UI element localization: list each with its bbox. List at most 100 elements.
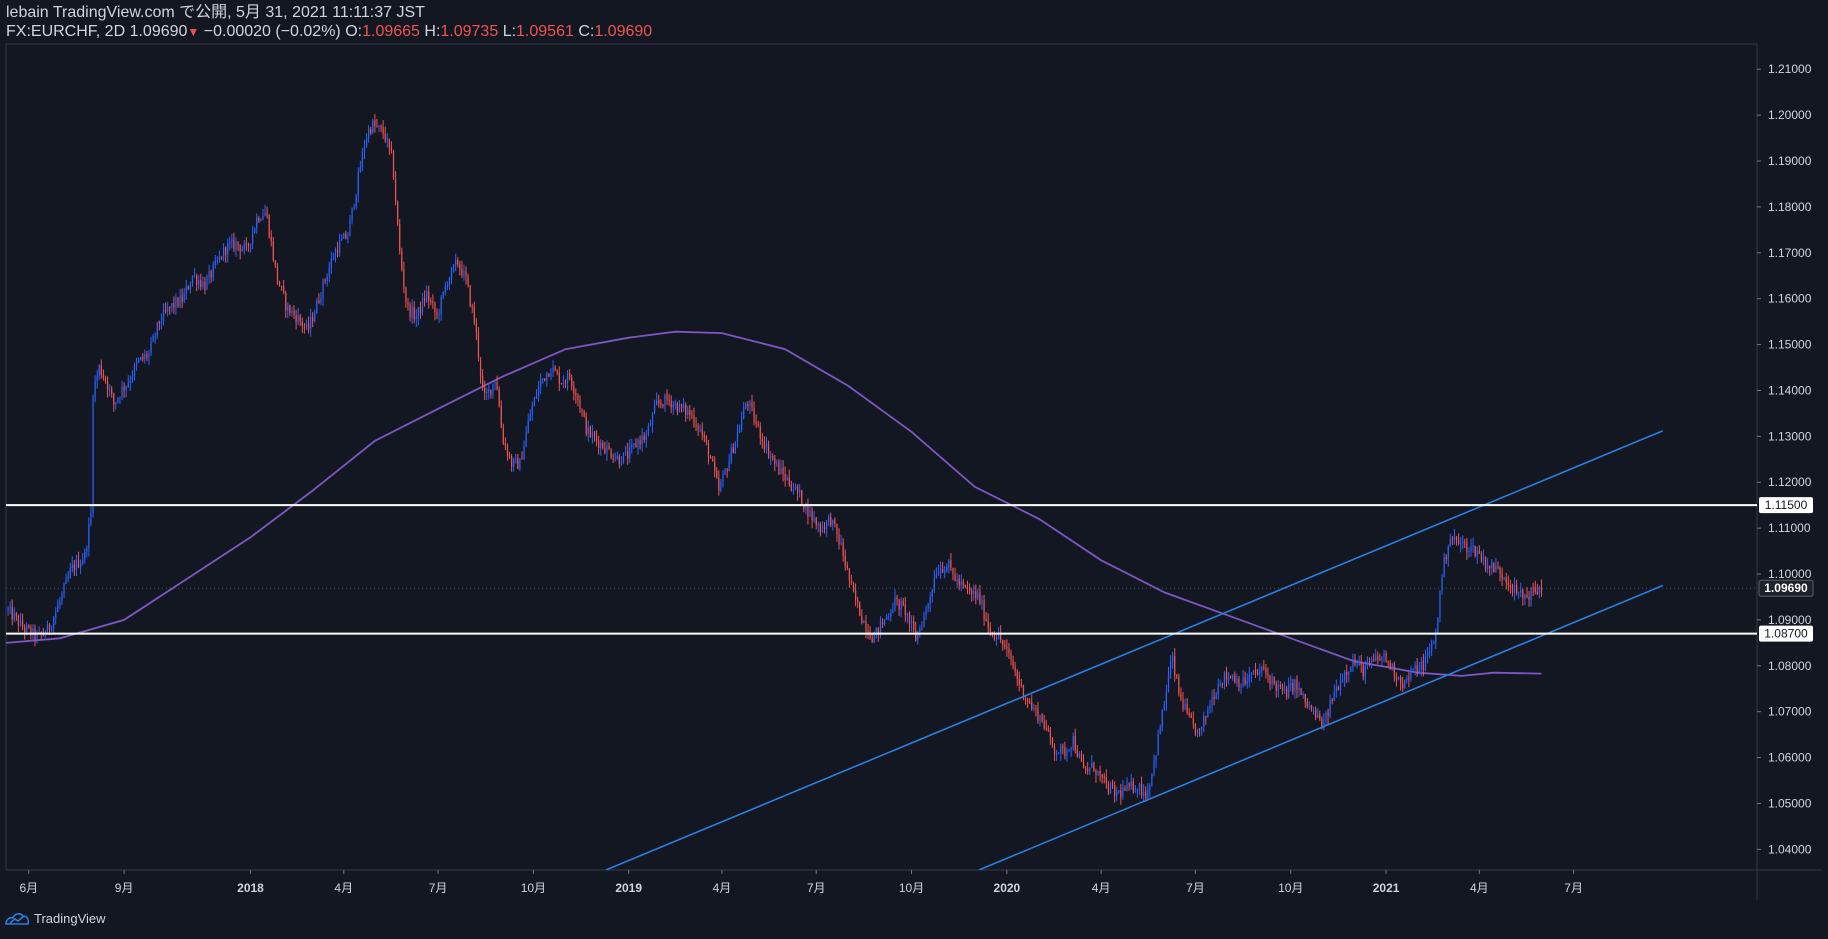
candle-down[interactable] [701,429,703,436]
candle-up[interactable] [1308,705,1311,707]
candle-down[interactable] [390,147,393,152]
candle-up[interactable] [529,413,531,422]
candle-up[interactable] [894,597,896,610]
candle-down[interactable] [964,584,967,588]
candle-up[interactable] [906,613,909,616]
candle-up[interactable] [421,298,424,313]
candle-down[interactable] [1008,648,1010,654]
candlestick-series[interactable] [7,113,1543,805]
candle-down[interactable] [942,568,944,573]
candle-down[interactable] [299,315,301,322]
candle-up[interactable] [780,467,782,474]
candle-up[interactable] [98,365,100,376]
candle-down[interactable] [220,256,223,259]
candle-down[interactable] [498,389,500,407]
candle-up[interactable] [1066,750,1068,756]
candle-up[interactable] [550,372,552,377]
candle-up[interactable] [1414,665,1416,669]
candle-down[interactable] [500,406,502,428]
candle-up[interactable] [770,456,772,458]
candle-up[interactable] [1248,674,1250,682]
candle-up[interactable] [1375,656,1377,661]
candle-down[interactable] [836,523,838,535]
candle-down[interactable] [1362,664,1364,677]
candle-down[interactable] [465,270,467,277]
candle-up[interactable] [1155,755,1157,761]
candle-down[interactable] [1051,737,1054,747]
candle-up[interactable] [664,394,666,407]
candle-down[interactable] [556,370,558,373]
candle-up[interactable] [156,321,158,336]
chart-canvas[interactable]: 1.21000 1.20000 1.19000 1.18000 1.17000 1.160… [0,0,1828,939]
candle-down[interactable] [142,356,144,359]
candle-up[interactable] [1453,536,1456,540]
candle-up[interactable] [144,354,146,359]
candle-up[interactable] [1312,710,1315,712]
candle-up[interactable] [515,458,517,460]
candle-down[interactable] [1300,688,1302,695]
candle-up[interactable] [527,421,529,433]
candle-down[interactable] [784,473,786,480]
candle-up[interactable] [90,513,92,524]
candle-down[interactable] [751,402,753,408]
candle-down[interactable] [979,592,981,604]
candle-down[interactable] [1304,694,1306,702]
candle-down[interactable] [380,125,382,128]
candle-down[interactable] [1080,753,1083,762]
candle-up[interactable] [888,616,890,618]
candle-up[interactable] [131,376,134,381]
candle-up[interactable] [1149,785,1151,790]
candle-up[interactable] [355,195,357,207]
candle-up[interactable] [738,429,741,433]
candle-up[interactable] [542,378,544,380]
candle-up[interactable] [1271,677,1273,685]
candle-down[interactable] [1466,542,1468,553]
candle-up[interactable] [1518,592,1520,594]
candle-down[interactable] [598,440,600,449]
candle-down[interactable] [1087,769,1089,771]
candle-up[interactable] [339,240,341,253]
candle-down[interactable] [604,448,606,454]
candle-down[interactable] [1140,783,1143,796]
candle-down[interactable] [1049,728,1052,738]
candle-down[interactable] [554,367,556,371]
candle-down[interactable] [668,399,670,401]
candle-down[interactable] [952,567,954,575]
candle-down[interactable] [579,400,581,410]
candle-down[interactable] [985,619,987,622]
candle-up[interactable] [678,403,681,413]
candle-up[interactable] [287,305,289,311]
candle-up[interactable] [1472,545,1474,547]
candle-up[interactable] [637,440,639,447]
candle-up[interactable] [88,523,90,549]
candle-down[interactable] [405,287,407,303]
candle-up[interactable] [1333,692,1335,701]
candle-down[interactable] [77,559,80,568]
candle-down[interactable] [1002,640,1004,646]
candle-up[interactable] [960,581,962,586]
candle-down[interactable] [1225,672,1228,680]
candle-up[interactable] [492,383,494,395]
candle-down[interactable] [1499,567,1501,575]
candle-down[interactable] [801,490,803,505]
candle-down[interactable] [658,400,660,403]
candle-up[interactable] [357,172,359,196]
time-axis[interactable]: 6月 9月 2018 4月 7月 10月 2019 4月 7月 10月 2020 4月 7月 10月 202… [19,870,1583,895]
candle-up[interactable] [189,284,192,290]
candle-down[interactable] [815,517,817,525]
candle-up[interactable] [1381,656,1383,661]
candle-down[interactable] [1101,774,1103,777]
candle-down[interactable] [834,519,836,524]
candle-up[interactable] [927,603,929,610]
candle-down[interactable] [896,597,898,600]
candle-up[interactable] [61,593,63,601]
candle-up[interactable] [202,281,204,287]
candle-down[interactable] [1095,770,1097,775]
candle-down[interactable] [266,212,268,216]
candle-up[interactable] [183,293,185,302]
candle-up[interactable] [1520,589,1522,593]
candle-up[interactable] [1449,539,1451,547]
candle-down[interactable] [1024,698,1027,700]
candle-down[interactable] [196,275,198,285]
candle-up[interactable] [256,218,258,229]
